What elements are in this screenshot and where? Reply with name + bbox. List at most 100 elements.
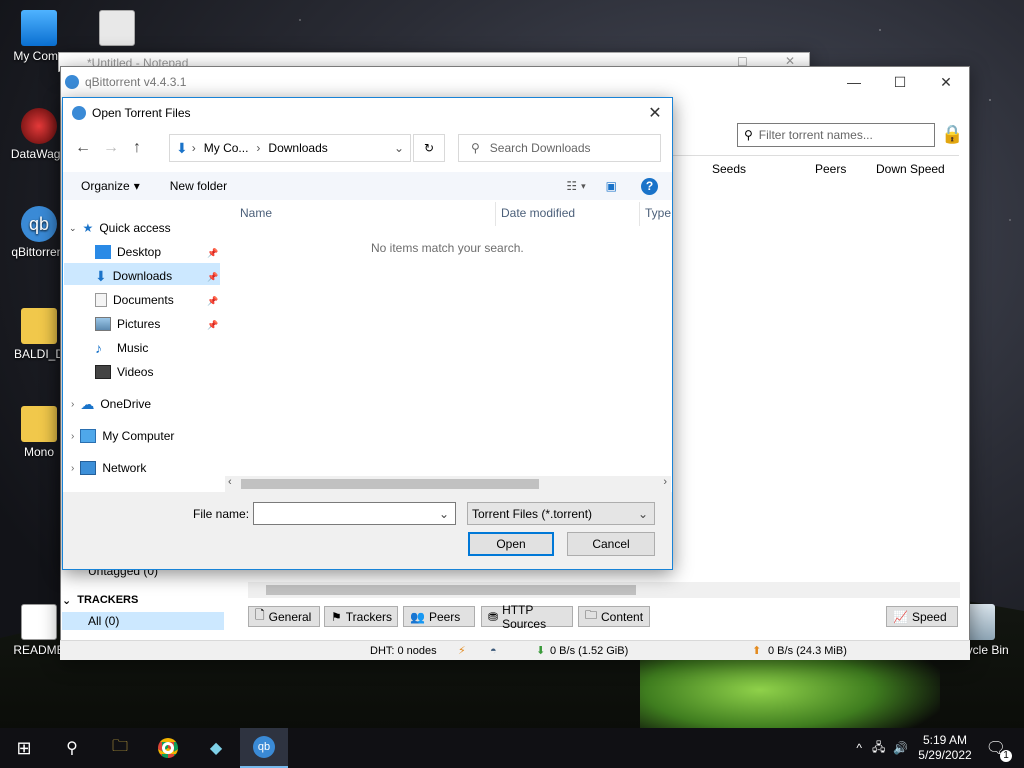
- desktop-icon: [95, 245, 111, 259]
- nav-quick-access[interactable]: ⌄ ★ Quick access: [69, 217, 171, 239]
- volume-icon[interactable]: 🔊: [893, 741, 908, 755]
- address-bar[interactable]: ⬇ › My Co... › Downloads ⌄: [169, 134, 411, 162]
- download-status[interactable]: 0 B/s (1.52 GiB): [550, 645, 628, 657]
- search-input[interactable]: ⚲ Search Downloads: [458, 134, 661, 162]
- open-file-dialog[interactable]: Open Torrent Files ✕ ← → ↑ ⬇ › My Co... …: [62, 97, 673, 570]
- chevron-down-icon: ⌄: [637, 506, 648, 521]
- desktop-icon-settings-file[interactable]: [82, 10, 152, 49]
- chevron-down-icon[interactable]: ⌄: [439, 507, 449, 521]
- nav-pictures[interactable]: Pictures: [95, 313, 160, 335]
- file-explorer-icon[interactable]: 🗀: [96, 728, 144, 768]
- notification-count: 1: [1000, 750, 1012, 762]
- qbittorrent-taskbar-icon[interactable]: qb: [240, 728, 288, 768]
- speed-button[interactable]: 📈 Speed: [886, 606, 958, 627]
- star-icon: ★: [82, 221, 94, 235]
- chevron-down-icon[interactable]: ⌄: [394, 141, 404, 155]
- column-date-modified[interactable]: Date modified: [501, 206, 575, 220]
- file-name-input[interactable]: ⌄: [253, 502, 456, 525]
- close-icon[interactable]: ✕: [923, 67, 969, 97]
- search-icon: ⚲: [744, 128, 753, 142]
- filelist-hscroll[interactable]: ‹ ›: [225, 476, 671, 492]
- sidebar-tracker-all[interactable]: All (0): [62, 612, 224, 630]
- nav-documents[interactable]: Documents: [95, 289, 174, 311]
- navigation-pane: ⌄ ★ Quick access Desktop ⬇ Downloads Doc…: [63, 204, 223, 494]
- downloads-folder-icon: ⬇: [176, 139, 188, 156]
- chevron-down-icon[interactable]: ▾: [581, 181, 586, 192]
- empty-message: No items match your search.: [371, 241, 524, 255]
- collapse-icon: ⌄: [62, 595, 72, 607]
- tab-trackers[interactable]: ⚑ Trackers: [324, 606, 398, 627]
- chart-icon: 📈: [893, 609, 908, 624]
- chevron-down-icon: ▾: [133, 179, 140, 193]
- nav-my-computer[interactable]: › My Computer: [71, 425, 174, 447]
- qbittorrent-icon: [72, 106, 86, 120]
- nav-music[interactable]: ♪ Music: [95, 337, 148, 359]
- app-icon[interactable]: ◆: [192, 728, 240, 768]
- help-icon[interactable]: ?: [641, 177, 658, 195]
- refresh-button[interactable]: ↻: [413, 134, 445, 162]
- preview-pane-icon[interactable]: ▣: [606, 179, 617, 193]
- nav-desktop[interactable]: Desktop: [95, 241, 161, 263]
- dialog-title: Open Torrent Files: [92, 106, 191, 120]
- tracker-icon: ⚑: [331, 609, 342, 624]
- breadcrumb-downloads[interactable]: Downloads: [268, 141, 327, 155]
- peers-icon: 👥: [410, 609, 425, 624]
- network-tray-icon[interactable]: 🖧: [872, 738, 885, 759]
- open-button[interactable]: Open: [468, 532, 554, 556]
- chevron-up-icon[interactable]: ^: [856, 741, 862, 755]
- minimize-icon[interactable]: —: [831, 67, 877, 97]
- dialog-close-icon[interactable]: ✕: [638, 98, 672, 128]
- column-peers[interactable]: Peers: [815, 162, 846, 184]
- clock[interactable]: 5:19 AM 5/29/2022: [918, 733, 971, 763]
- filelist-hscroll-thumb[interactable]: [241, 479, 539, 489]
- qbt-hscroll[interactable]: [248, 582, 960, 598]
- column-name[interactable]: Name: [240, 206, 272, 220]
- pin-icon[interactable]: 📌: [207, 272, 218, 283]
- downloads-icon: ⬇: [95, 267, 107, 284]
- pin-icon[interactable]: 📌: [207, 320, 218, 331]
- column-down-speed[interactable]: Down Speed: [876, 162, 945, 184]
- flame-icon[interactable]: ⚡: [458, 644, 466, 657]
- nav-onedrive[interactable]: › ☁ OneDrive: [71, 393, 151, 415]
- nav-videos[interactable]: Videos: [95, 361, 153, 383]
- column-seeds[interactable]: Seeds: [712, 162, 746, 184]
- upload-arrow-icon: ⬆: [752, 645, 762, 657]
- view-options-icon[interactable]: ☷: [566, 179, 577, 193]
- file-type-select[interactable]: Torrent Files (*.torrent) ⌄: [467, 502, 655, 525]
- tab-content[interactable]: 🗀 Content: [578, 606, 650, 627]
- qbittorrent-icon: [65, 75, 79, 89]
- organize-button[interactable]: Organize ▾: [81, 179, 140, 193]
- lock-icon[interactable]: 🔒: [941, 124, 963, 145]
- dialog-titlebar[interactable]: Open Torrent Files ✕: [63, 98, 672, 128]
- scroll-right-icon[interactable]: ›: [663, 476, 667, 488]
- search-icon[interactable]: ⚲: [48, 728, 96, 768]
- cancel-button[interactable]: Cancel: [567, 532, 655, 556]
- qbt-hscroll-thumb[interactable]: [266, 585, 636, 595]
- gear-file-icon: [99, 10, 135, 46]
- breadcrumb-my-computer[interactable]: My Co...: [204, 141, 249, 155]
- column-type[interactable]: Type: [645, 206, 671, 220]
- nav-network[interactable]: › Network: [71, 457, 146, 479]
- forward-arrow-icon[interactable]: →: [99, 136, 123, 160]
- datawago-icon: [21, 108, 57, 144]
- maximize-icon[interactable]: ☐: [877, 67, 923, 97]
- pin-icon[interactable]: 📌: [207, 296, 218, 307]
- filter-input[interactable]: ⚲ Filter torrent names...: [737, 123, 935, 147]
- nav-downloads[interactable]: ⬇ Downloads: [95, 265, 172, 287]
- tab-peers[interactable]: 👥 Peers: [403, 606, 475, 627]
- pin-icon[interactable]: 📌: [207, 248, 218, 259]
- speed-limit-icon[interactable]: ◓: [490, 645, 497, 657]
- upload-status[interactable]: 0 B/s (24.3 MiB): [768, 645, 847, 657]
- server-icon: ⛃: [488, 609, 499, 624]
- back-arrow-icon[interactable]: ←: [71, 136, 95, 160]
- qbt-titlebar[interactable]: qBittorrent v4.4.3.1 — ☐ ✕: [61, 67, 969, 97]
- up-arrow-icon[interactable]: ↑: [125, 136, 149, 160]
- notification-icon[interactable]: 🗨 1: [986, 738, 1012, 762]
- tab-general[interactable]: 🗋 General: [248, 606, 320, 627]
- tab-http-sources[interactable]: ⛃ HTTP Sources: [481, 603, 573, 631]
- new-folder-button[interactable]: New folder: [170, 179, 227, 193]
- trackers-header[interactable]: ⌄ TRACKERS: [62, 594, 222, 607]
- windows-start-icon[interactable]: ⊞: [0, 728, 48, 768]
- chrome-icon[interactable]: [144, 728, 192, 768]
- scroll-left-icon[interactable]: ‹: [228, 476, 232, 488]
